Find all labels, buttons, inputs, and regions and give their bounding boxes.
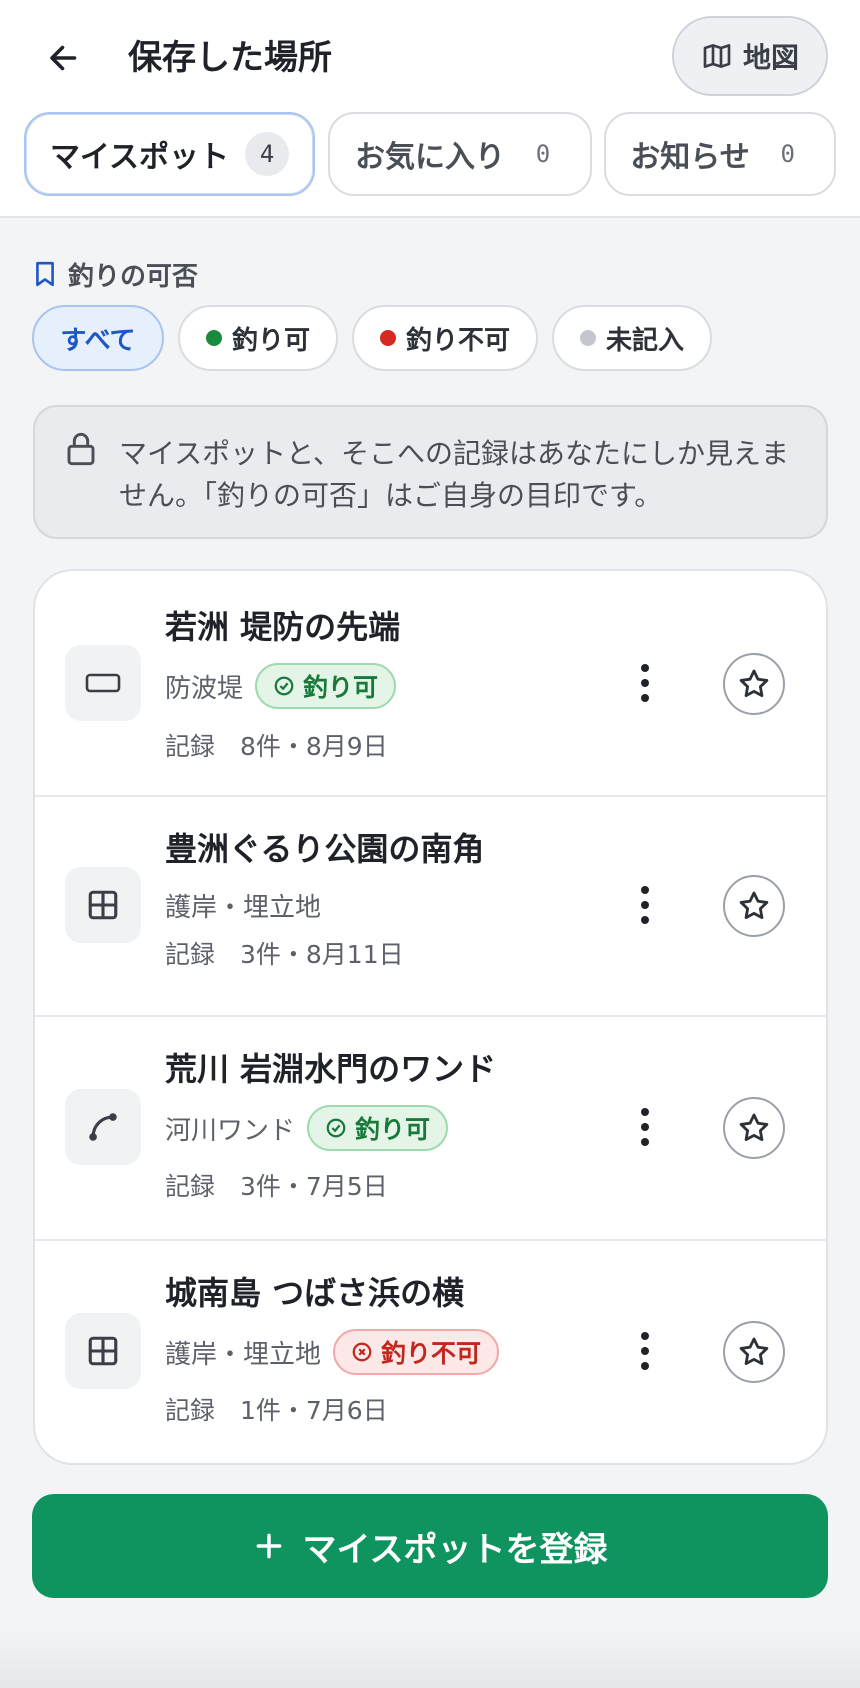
tab-label: お知らせ xyxy=(630,140,750,175)
favorite-button[interactable] xyxy=(723,875,785,937)
grid-icon xyxy=(65,1313,141,1389)
page-title: 保存した場所 xyxy=(128,38,332,78)
spot-record: 記録 3件・8月11日 xyxy=(165,940,404,969)
status-badge: 釣り不可 xyxy=(333,1329,500,1375)
more-dot xyxy=(641,1362,649,1370)
more-options-button[interactable] xyxy=(623,653,667,713)
privacy-notice: マイスポットと、そこへの記録はあなたにしか見えません。「釣りの可否」はご自身の目… xyxy=(33,405,828,539)
favorite-button[interactable] xyxy=(723,1097,785,1159)
status-dot xyxy=(205,330,222,346)
more-options-button[interactable] xyxy=(623,1097,667,1157)
check-circle-icon xyxy=(274,676,294,696)
tab-my-spots[interactable]: マイスポット 4 xyxy=(24,112,315,196)
river-curve-icon xyxy=(65,1089,141,1165)
tab-label: お気に入り xyxy=(355,140,505,175)
arrow-left-icon xyxy=(50,45,77,71)
grid-icon xyxy=(65,867,141,943)
spot-name: 荒川 岩淵水門のワンド xyxy=(165,1050,497,1088)
spot-list: 若洲 堤防の先端 防波堤 釣り可 記録 8件・8月9日 豊洲ぐるり公園の南角 護… xyxy=(33,569,828,1465)
more-dot xyxy=(641,694,649,702)
filter-label-text: 釣りの可否 xyxy=(68,261,199,292)
more-dot xyxy=(641,1332,649,1340)
more-dot xyxy=(641,1138,649,1146)
more-dot xyxy=(641,1108,649,1116)
spot-type: 護岸・埋立地 xyxy=(165,1339,322,1370)
bookmark-icon xyxy=(36,261,54,287)
spot-type: 護岸・埋立地 xyxy=(165,893,322,923)
more-dot xyxy=(641,664,649,672)
more-options-button[interactable] xyxy=(623,1321,667,1381)
register-button-label: マイスポットを登録 xyxy=(302,1529,608,1570)
spot-meta: 護岸・埋立地 釣り不可 xyxy=(165,1329,500,1375)
chip-label: 釣り可 xyxy=(231,325,310,356)
tab-count-badge: 4 xyxy=(245,132,290,176)
register-spot-button[interactable]: マイスポットを登録 xyxy=(32,1494,828,1598)
more-dot xyxy=(641,1347,649,1355)
star-icon xyxy=(739,891,769,920)
star-icon xyxy=(739,669,769,698)
spot-type: 防波堤 xyxy=(165,673,244,704)
spot-record: 記録 3件・7月5日 xyxy=(165,1172,388,1201)
more-options-button[interactable] xyxy=(623,875,667,935)
status-dot xyxy=(579,330,596,346)
spot-record: 記録 8件・8月9日 xyxy=(165,732,388,761)
list-item[interactable]: 荒川 岩淵水門のワンド 河川ワンド 釣り可 記録 3件・7月5日 xyxy=(35,1017,826,1241)
favorite-button[interactable] xyxy=(723,1321,785,1383)
spot-type: 河川ワンド xyxy=(165,1115,296,1146)
favorite-button[interactable] xyxy=(723,653,785,715)
spot-name: 若洲 堤防の先端 xyxy=(165,608,401,646)
chip-label: 未記入 xyxy=(605,325,684,356)
list-item[interactable]: 若洲 堤防の先端 防波堤 釣り可 記録 8件・8月9日 xyxy=(35,571,826,797)
filter-chip-unset[interactable]: 未記入 xyxy=(552,305,712,371)
chip-label: すべて xyxy=(60,325,136,356)
lock-icon xyxy=(67,432,95,466)
app-header: 保存した場所 地図 マイスポット 4 お気に入り 0 お知らせ 0 xyxy=(0,0,860,218)
filter-chip-fishing-ok[interactable]: 釣り可 xyxy=(178,305,338,371)
status-badge: 釣り可 xyxy=(307,1105,449,1151)
x-circle-icon xyxy=(352,1342,372,1362)
spot-name: 豊洲ぐるり公園の南角 xyxy=(165,830,485,868)
map-button-label: 地図 xyxy=(742,41,799,74)
map-icon xyxy=(703,44,731,68)
more-dot xyxy=(641,886,649,894)
list-item[interactable]: 豊洲ぐるり公園の南角 護岸・埋立地 記録 3件・8月11日 xyxy=(35,797,826,1017)
check-circle-icon xyxy=(326,1118,346,1138)
star-icon xyxy=(739,1337,769,1366)
bottom-fade xyxy=(0,1628,860,1688)
list-item[interactable]: 城南島 つばさ浜の横 護岸・埋立地 釣り不可 記録 1件・7月6日 xyxy=(35,1241,826,1463)
spot-meta: 防波堤 釣り可 xyxy=(165,663,397,709)
more-dot xyxy=(641,1123,649,1131)
status-dot xyxy=(379,330,396,346)
tab-label: マイスポット xyxy=(49,140,230,175)
filter-chip-fishing-ng[interactable]: 釣り不可 xyxy=(352,305,538,371)
tab-notifications[interactable]: お知らせ 0 xyxy=(604,112,836,196)
star-icon xyxy=(739,1113,769,1142)
tab-count-badge: 0 xyxy=(535,140,551,168)
more-dot xyxy=(641,901,649,909)
plus-icon xyxy=(256,1533,281,1559)
filter-section-label: 釣りの可否 xyxy=(34,254,198,294)
breakwater-icon xyxy=(65,645,141,721)
status-badge-label: 釣り不可 xyxy=(381,1339,482,1368)
spot-meta: 河川ワンド 釣り可 xyxy=(165,1105,449,1151)
privacy-notice-text: マイスポットと、そこへの記録はあなたにしか見えません。「釣りの可否」はご自身の目… xyxy=(119,437,790,512)
more-dot xyxy=(641,916,649,924)
tab-count-badge: 0 xyxy=(780,140,795,168)
spot-meta: 護岸・埋立地 xyxy=(165,887,321,924)
more-dot xyxy=(641,679,649,687)
status-badge: 釣り可 xyxy=(255,663,397,709)
status-badge-label: 釣り可 xyxy=(355,1115,431,1144)
chip-label: 釣り不可 xyxy=(405,325,510,356)
map-button[interactable]: 地図 xyxy=(672,16,828,96)
status-badge-label: 釣り可 xyxy=(303,673,379,702)
back-button[interactable] xyxy=(36,30,92,86)
spot-record: 記録 1件・7月6日 xyxy=(165,1396,388,1425)
filter-chip-all[interactable]: すべて xyxy=(32,305,164,371)
tab-favorites[interactable]: お気に入り 0 xyxy=(328,112,592,196)
spot-name: 城南島 つばさ浜の横 xyxy=(165,1274,465,1312)
